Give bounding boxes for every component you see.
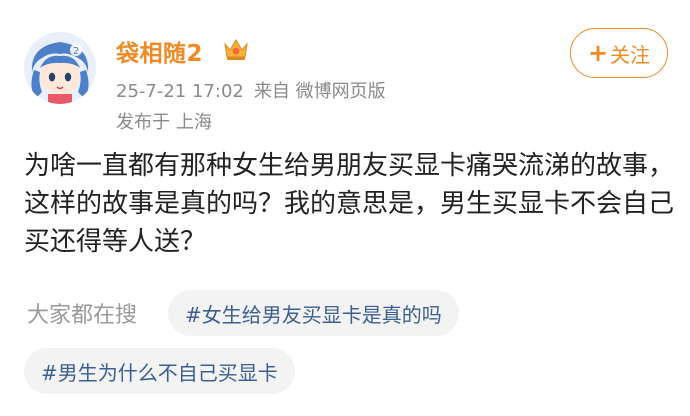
- post-datetime: 25-7-21 17:02: [116, 81, 244, 102]
- follow-button[interactable]: + 关注: [570, 28, 668, 78]
- post-source: 来自 微博网页版: [253, 81, 386, 102]
- post-text: 为啥一直都有那种女生给男朋友买显卡痛哭流涕的故事，这样的故事是真的吗？我的意思是…: [24, 151, 675, 257]
- search-tag[interactable]: #女生给男友买显卡是真的吗: [168, 290, 459, 336]
- weibo-post-card: 2 袋相随2 25-7-21 17:02 来自 微博网页版 发布于 上海 + 关注 …: [0, 0, 690, 416]
- search-tag[interactable]: #男生为什么不自己买显卡: [24, 348, 295, 394]
- location-prefix: 发布于: [116, 112, 170, 133]
- svg-text:2: 2: [73, 46, 79, 57]
- location-name: 上海: [176, 112, 212, 133]
- anime-girl-avatar-icon: 2: [24, 32, 96, 104]
- crown-vip-icon[interactable]: [222, 36, 250, 62]
- post-meta: 25-7-21 17:02 来自 微博网页版: [116, 77, 386, 103]
- post-location: 发布于 上海: [116, 108, 212, 134]
- avatar[interactable]: 2: [24, 32, 96, 104]
- trending-search-label: 大家都在搜: [27, 303, 138, 328]
- follow-button-label: 关注: [610, 42, 651, 67]
- username[interactable]: 袋相随2: [116, 34, 203, 68]
- plus-icon: +: [587, 39, 609, 67]
